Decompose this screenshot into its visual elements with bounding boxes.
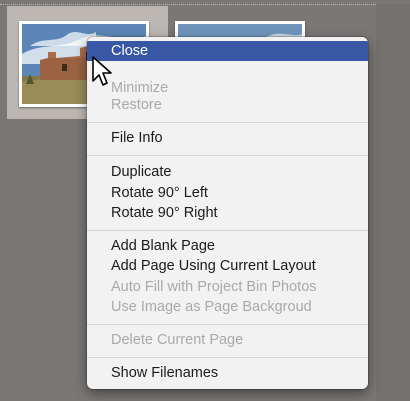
menu-item-show-filenames[interactable]: Show Filenames	[87, 363, 368, 384]
menu-item-duplicate[interactable]: Duplicate	[87, 162, 368, 183]
menu-item-rotate-right[interactable]: Rotate 90° Right	[87, 203, 368, 224]
menu-separator	[87, 324, 368, 325]
menu-item-auto-fill[interactable]: Auto Fill with Project Bin Photos	[87, 277, 368, 298]
menu-item-label: Duplicate	[111, 164, 172, 180]
bin-top-border	[0, 4, 410, 5]
menu-item-label: Auto Fill with Project Bin Photos	[111, 279, 317, 295]
menu-separator	[87, 155, 368, 156]
menu-item-label: Use Image as Page Backgroud	[111, 299, 312, 315]
menu-item-rotate-left[interactable]: Rotate 90° Left	[87, 183, 368, 204]
menu-item-delete-current-page[interactable]: Delete Current Page	[87, 330, 368, 351]
arrow-pointer-icon	[92, 56, 112, 86]
menu-item-file-info[interactable]: File Info	[87, 128, 368, 149]
menu-item-label: Add Blank Page	[111, 238, 215, 254]
menu-item-close[interactable]: Close	[87, 41, 368, 61]
menu-item-label: Add Page Using Current Layout	[111, 258, 316, 274]
menu-item-label: Rotate 90° Left	[111, 185, 208, 201]
menu-item-use-image-background[interactable]: Use Image as Page Backgroud	[87, 297, 368, 318]
menu-separator	[87, 122, 368, 123]
menu-item-add-page-current-layout[interactable]: Add Page Using Current Layout	[87, 256, 368, 277]
menu-item-restore[interactable]: Restore	[87, 95, 368, 116]
menu-separator	[87, 357, 368, 358]
menu-separator	[87, 230, 368, 231]
menu-item-label: Delete Current Page	[111, 332, 244, 348]
menu-item-label: File Info	[111, 130, 163, 146]
menu-item-label: Restore	[111, 97, 162, 113]
menu-item-label: Show Filenames	[111, 365, 219, 381]
menu-item-label: Rotate 90° Right	[111, 205, 218, 221]
bin-scroll-area	[376, 4, 410, 401]
menu-item-add-blank-page[interactable]: Add Blank Page	[87, 236, 368, 257]
context-menu: Close Minimize Restore File Info Duplica…	[87, 37, 368, 389]
